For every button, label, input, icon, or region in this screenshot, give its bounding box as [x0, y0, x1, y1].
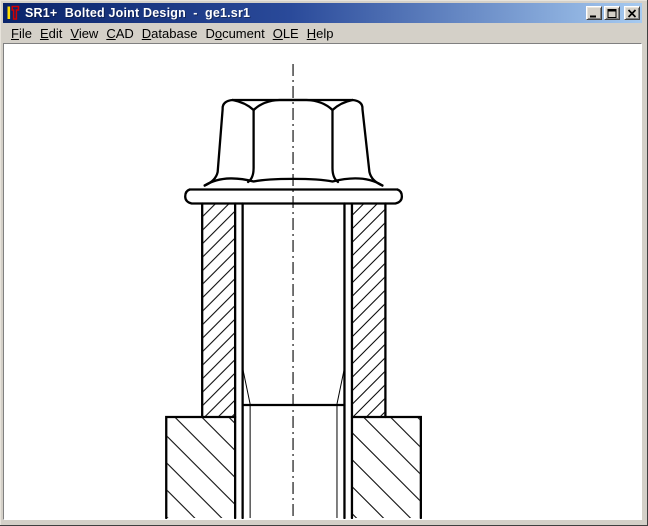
clamp-sleeve-right-hatch [353, 205, 384, 417]
menu-item-file[interactable]: File [7, 23, 36, 44]
app-bolt-icon[interactable] [5, 5, 21, 21]
menu-item-edit[interactable]: Edit [36, 23, 66, 44]
menu-item-database[interactable]: Database [138, 23, 202, 44]
base-plate-right-hatch [353, 418, 420, 518]
window-controls [586, 6, 640, 20]
menu-item-help[interactable]: Help [303, 23, 338, 44]
title-bar[interactable]: SR1+ Bolted Joint Design - ge1.sr1 [3, 3, 642, 23]
menu-bar: FileEditViewCADDatabaseDocumentOLEHelp [3, 23, 642, 43]
minimize-icon [589, 9, 599, 18]
menu-item-ole[interactable]: OLE [269, 23, 303, 44]
drawing-canvas[interactable] [3, 43, 642, 520]
close-icon [627, 9, 637, 18]
clamp-sleeve-left-hatch [203, 205, 234, 417]
maximize-button[interactable] [604, 6, 620, 20]
menu-item-document[interactable]: Document [201, 23, 268, 44]
cad-drawing [4, 44, 641, 519]
window-title: SR1+ Bolted Joint Design - ge1.sr1 [25, 6, 586, 20]
app-window: SR1+ Bolted Joint Design - ge1.sr1 FileE… [0, 0, 648, 526]
minimize-button[interactable] [586, 6, 602, 20]
menu-item-view[interactable]: View [66, 23, 102, 44]
canvas-background [4, 44, 641, 519]
close-button[interactable] [624, 6, 640, 20]
base-plate-left-hatch [167, 418, 234, 518]
maximize-icon [607, 9, 617, 18]
menu-item-cad[interactable]: CAD [102, 23, 137, 44]
